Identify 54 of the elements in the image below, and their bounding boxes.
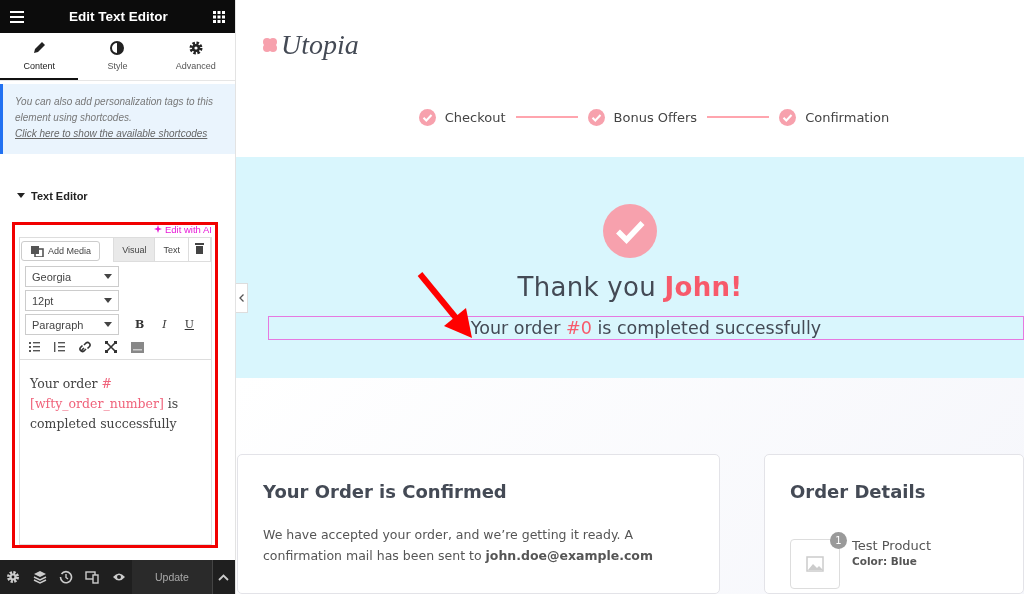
dropdown-select[interactable]: 12pt [25,290,119,311]
caret-icon[interactable] [17,192,25,200]
edit-with-ai-link[interactable]: Edit with AI [154,224,212,235]
responsive-icon[interactable] [85,570,100,584]
product-name: Test Product [852,538,932,553]
editor-mode-tab[interactable]: Visual [114,238,156,261]
keyboard-icon[interactable] [131,341,144,353]
contrast-icon [109,40,126,56]
confirmation-text: We have accepted your order, and we’re getting it ready. A confirmation mail has been sent to john.doe@example.com [263,526,654,565]
sparkle-icon [154,225,163,233]
grid-icon[interactable] [213,10,225,23]
dropdown-select[interactable]: Georgia [25,266,119,287]
section-title[interactable]: Text Editor [31,190,88,202]
link-icon[interactable] [79,341,91,353]
trash-icon[interactable] [195,243,204,254]
format-button[interactable]: B [133,318,147,331]
settings-icon [187,40,204,56]
caret-icon [104,322,112,327]
pencil-icon [31,40,48,56]
format-button[interactable]: I [160,318,169,331]
bullet-list-icon[interactable] [29,342,40,352]
notice-text: You can also add personalization tags to this element using shortcodes. Click here to show the available shortcodes [0,84,235,154]
quantity-badge: 1 [830,532,847,549]
step-label: Checkout [444,109,506,125]
thank-you-heading: Thank you John! [517,271,743,302]
card-title: Your Order is Confirmed [263,481,508,502]
card-title: Order Details [790,481,927,502]
numbered-list-icon[interactable] [54,342,65,352]
clover-icon [261,36,279,54]
fullscreen-icon[interactable] [105,341,117,353]
format-button[interactable]: U [182,318,196,331]
order-status-text[interactable]: Your order #0 is completed successfully [268,315,1024,340]
chevron-up-icon[interactable] [218,573,230,581]
product-variant: Color: Blue [852,555,918,567]
caret-icon [104,274,112,279]
panel-collapse-handle[interactable] [236,283,248,313]
image-icon [806,556,824,572]
dropdown-select[interactable]: Paragraph [25,314,119,335]
editor-text[interactable]: Your order #[wfty_order_number] is completed successfully [20,360,211,448]
check-circle-icon [603,203,657,258]
step-label: Bonus Offers [613,109,698,125]
chevron-left-icon [239,294,244,302]
panel-title: Edit Text Editor [69,9,168,24]
menu-icon[interactable] [10,10,24,23]
media-icon [30,245,44,257]
shortcodes-link[interactable]: Click here to show the available shortcodes [15,128,208,139]
settings-icon[interactable] [6,570,21,584]
caret-icon [104,298,112,303]
history-icon[interactable] [58,570,73,584]
layers-icon[interactable] [32,570,47,584]
logo-text: Utopia [281,29,359,61]
step-label: Confirmation [805,109,890,125]
update-button[interactable]: Update [131,560,212,594]
add-media-button[interactable]: Add Media [21,241,101,261]
